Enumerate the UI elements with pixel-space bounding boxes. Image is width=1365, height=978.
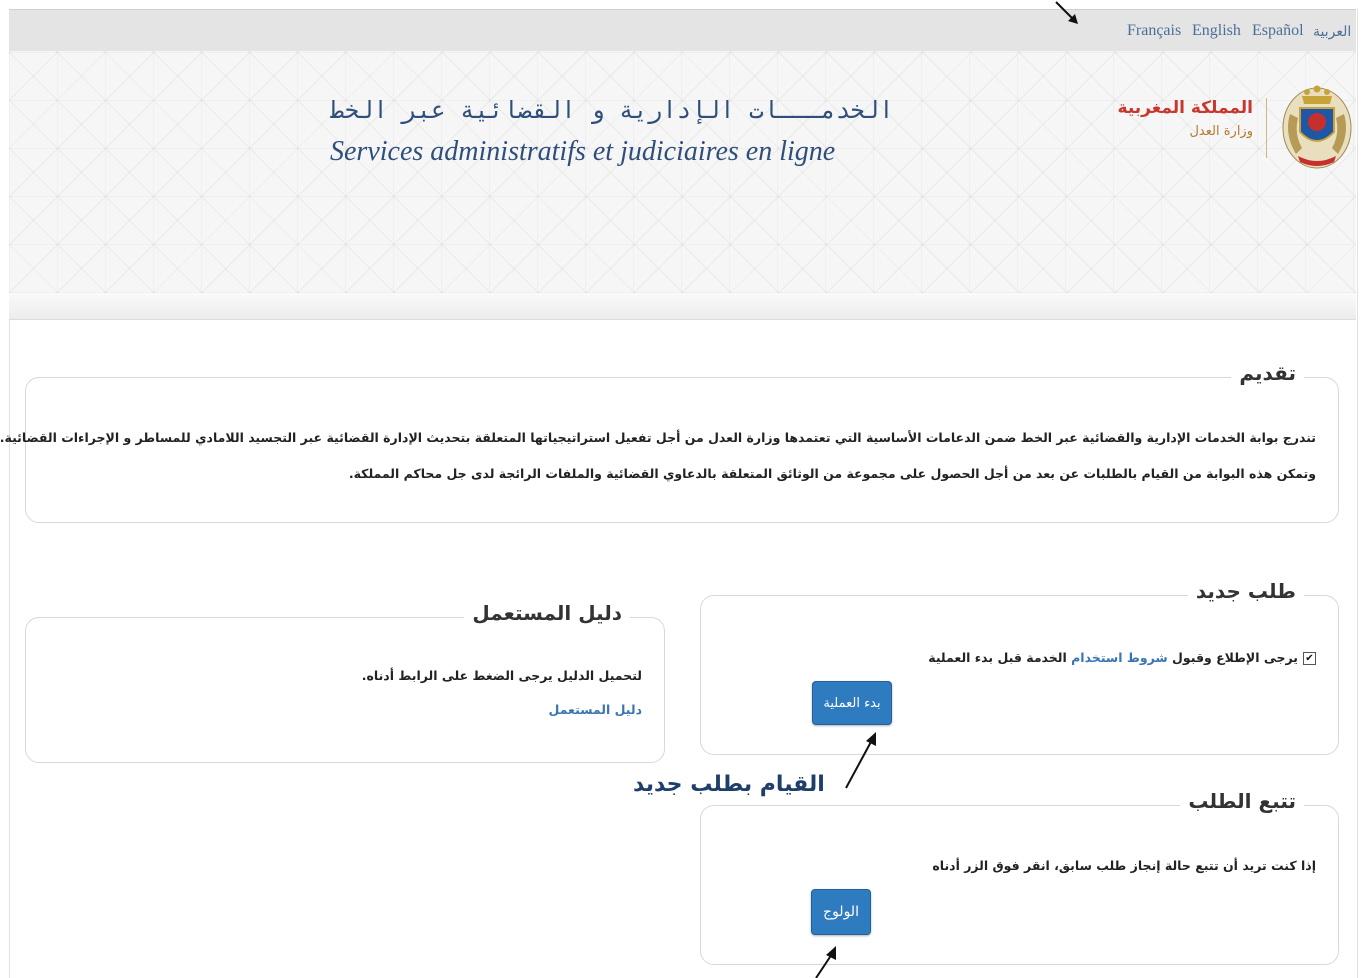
- site-title-arabic: الخدمـــات الإدارية و القضائية عبر الخط: [330, 96, 894, 124]
- annotation-arrow-bottom-icon: [815, 946, 836, 978]
- new-request-legend: طلب جديد: [1187, 579, 1304, 603]
- track-request-panel: تتبع الطلب إذا كنت تريد أن تتبع حالة إنج…: [700, 789, 1339, 965]
- intro-legend: تقديم: [1231, 361, 1304, 385]
- lang-arabic-link[interactable]: العربية: [1313, 24, 1351, 41]
- user-guide-panel: دليل المستعمل لتحميل الدليل يرجى الضغط ع…: [25, 601, 665, 763]
- terms-suffix: الخدمة قبل بدء العملية: [928, 650, 1067, 665]
- lang-french-link[interactable]: Français: [1127, 22, 1181, 40]
- intro-panel: تقديم تندرج بوابة الخدمات الإدارية والقض…: [0, 361, 1339, 523]
- terms-prefix: يرجى الإطلاع وقبول: [1172, 650, 1298, 665]
- user-guide-link[interactable]: دليل المستعمل: [549, 702, 643, 717]
- ministry-label: وزارة العدل: [1189, 124, 1253, 139]
- intro-line-1: تندرج بوابة الخدمات الإدارية والقضائية ع…: [0, 430, 1316, 445]
- lang-spanish-link[interactable]: Español: [1252, 22, 1304, 40]
- kingdom-label: المملكة المغربية: [1117, 98, 1253, 118]
- annotation-arrow-up-icon: [845, 732, 876, 789]
- start-process-button[interactable]: بدء العملية: [812, 681, 892, 725]
- user-guide-text: لتحميل الدليل يرجى الضغط على الرابط أدنا…: [361, 668, 642, 683]
- terms-checkbox[interactable]: ✔: [1303, 652, 1316, 665]
- terms-text: يرجى الإطلاع وقبول شروط استخدام الخدمة ق…: [928, 650, 1298, 665]
- intro-line-2: وتمكن هذه البوابة من القيام بالطلبات عن …: [348, 466, 1316, 481]
- terms-of-use-link[interactable]: شروط استخدام: [1071, 650, 1168, 665]
- new-request-panel: طلب جديد ✔ يرجى الإطلاع وقبول شروط استخد…: [700, 579, 1339, 755]
- brand-separator: [1266, 98, 1267, 158]
- user-guide-legend: دليل المستعمل: [464, 601, 630, 625]
- lang-english-link[interactable]: English: [1192, 22, 1241, 40]
- banner-divider: [9, 293, 1356, 320]
- track-request-legend: تتبع الطلب: [1180, 789, 1304, 813]
- site-title-french: Services administratifs et judiciaires e…: [330, 136, 836, 167]
- new-request-annotation: القيام بطلب جديد: [633, 772, 825, 797]
- moroccan-coat-of-arms-icon: [1282, 85, 1352, 169]
- annotation-arrow-icon: [1055, 1, 1078, 24]
- login-button[interactable]: الولوج: [811, 889, 871, 935]
- header-banner: [9, 51, 1356, 293]
- ministry-brand: المملكة المغربية وزارة العدل: [1118, 98, 1253, 139]
- track-request-text: إذا كنت تريد أن تتبع حالة إنجاز طلب سابق…: [932, 858, 1316, 873]
